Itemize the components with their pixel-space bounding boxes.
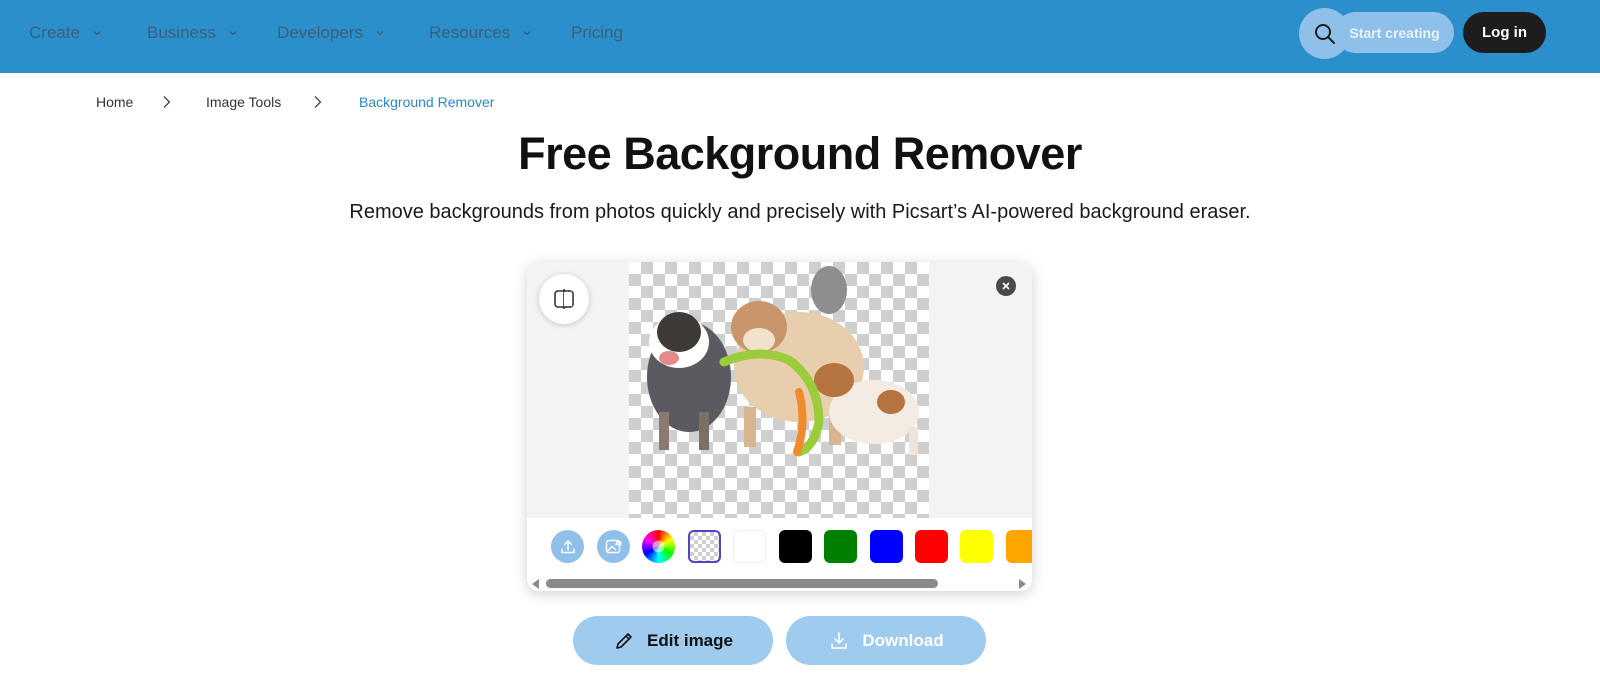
- nav-item-label: Developers: [277, 23, 363, 42]
- download-icon: [831, 631, 848, 649]
- download-label: Download: [862, 630, 944, 650]
- swatch-black[interactable]: [779, 530, 812, 563]
- swatch-green[interactable]: [824, 530, 857, 563]
- swatch-red[interactable]: [915, 530, 948, 563]
- upload-background-button[interactable]: [551, 530, 584, 563]
- page-title: Free Background Remover: [518, 128, 1082, 179]
- breadcrumb-home[interactable]: Home: [96, 90, 133, 114]
- chevron-right-icon: [314, 96, 322, 108]
- swatch-yellow[interactable]: [960, 530, 993, 563]
- swatch-blue[interactable]: [870, 530, 903, 563]
- editor-preview-card: AI: [527, 262, 1032, 591]
- custom-color-button[interactable]: [642, 530, 675, 563]
- nav-item-label: Pricing: [571, 23, 623, 42]
- chevron-down-icon: [229, 31, 237, 36]
- start-creating-button[interactable]: Start creating: [1335, 12, 1454, 53]
- ai-image-icon: AI: [605, 539, 622, 553]
- color-wheel-icon: [652, 540, 665, 553]
- scroll-right-arrow-icon[interactable]: [1019, 579, 1026, 589]
- download-button[interactable]: Download: [786, 616, 986, 665]
- login-button[interactable]: Log in: [1463, 12, 1546, 53]
- chevron-right-icon: [163, 96, 171, 108]
- swatch-transparent[interactable]: [688, 530, 721, 563]
- nav-item-business[interactable]: Business: [147, 0, 238, 66]
- breadcrumb-image-tools[interactable]: Image Tools: [206, 90, 281, 114]
- nav-item-label: Business: [147, 23, 216, 42]
- scroll-left-arrow-icon[interactable]: [532, 579, 539, 589]
- scroll-thumb[interactable]: [546, 579, 938, 588]
- nav-item-pricing[interactable]: Pricing: [571, 0, 623, 66]
- edit-image-button[interactable]: Edit image: [573, 616, 773, 665]
- nav-item-label: Create: [29, 23, 81, 42]
- chevron-down-icon: [523, 31, 531, 36]
- close-button[interactable]: [996, 276, 1016, 296]
- chevron-down-icon: [376, 31, 384, 36]
- svg-text:AI: AI: [615, 540, 622, 547]
- breadcrumb-current: Background Remover: [359, 94, 495, 110]
- edit-image-label: Edit image: [647, 630, 733, 650]
- swatch-orange[interactable]: [1006, 530, 1032, 563]
- compare-toggle-button[interactable]: [539, 274, 589, 324]
- top-navigation-bar: Create Business Developers Resources Pri…: [0, 0, 1600, 73]
- swatch-white[interactable]: [733, 530, 766, 563]
- image-canvas: [629, 262, 929, 518]
- compare-split-icon: [554, 289, 574, 309]
- breadcrumb: Home Image Tools Background Remover: [0, 90, 1600, 114]
- dogs-cutout-image: [647, 266, 919, 457]
- background-color-picker: AI: [527, 518, 1032, 574]
- ai-background-button[interactable]: AI: [597, 530, 630, 563]
- search-icon: [1314, 23, 1335, 44]
- nav-item-label: Resources: [429, 23, 511, 42]
- nav-item-developers[interactable]: Developers: [277, 0, 385, 66]
- close-icon: [1002, 282, 1010, 290]
- nav-item-resources[interactable]: Resources: [429, 0, 532, 66]
- chevron-down-icon: [93, 31, 101, 36]
- pencil-icon: [616, 632, 632, 649]
- nav-item-create[interactable]: Create: [29, 0, 102, 66]
- page-subtitle: Remove backgrounds from photos quickly a…: [349, 201, 1251, 223]
- upload-icon: [560, 539, 575, 553]
- swatch-scrollbar[interactable]: [527, 574, 1032, 591]
